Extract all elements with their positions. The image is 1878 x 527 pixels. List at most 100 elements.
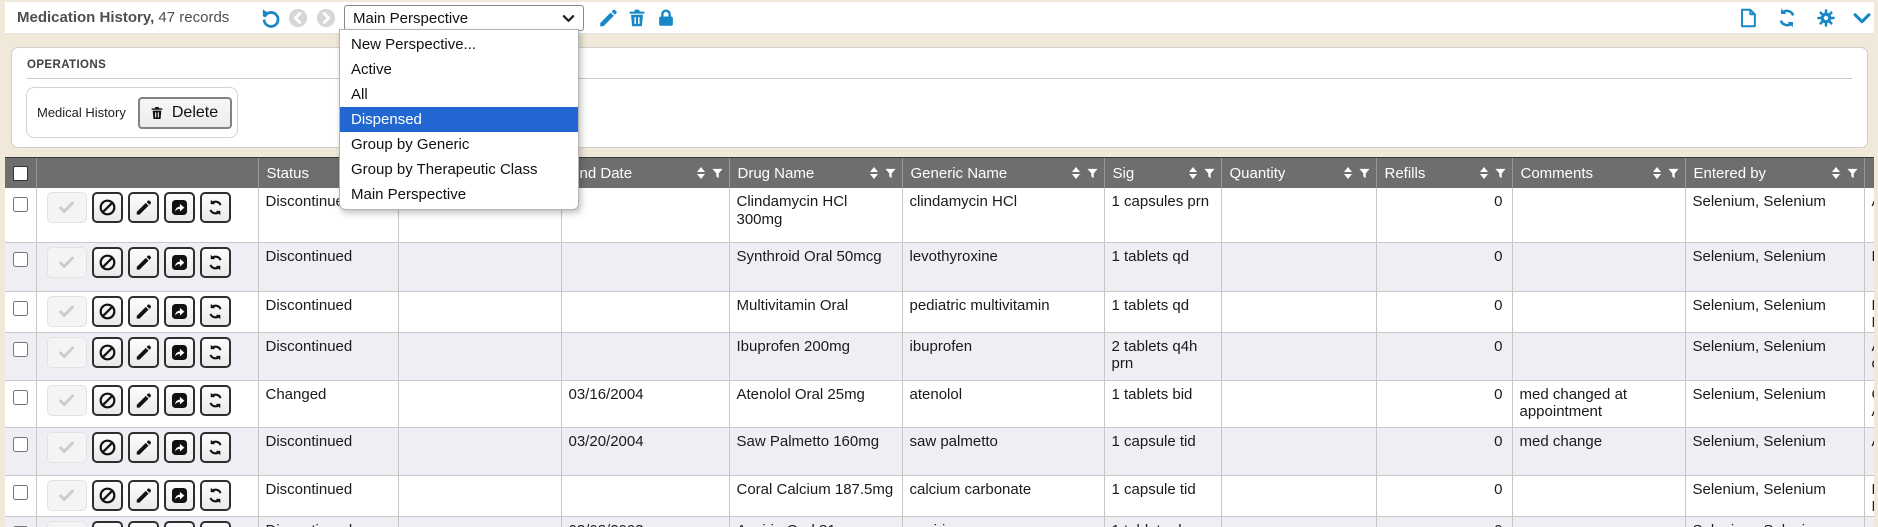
menu-item[interactable]: All: [340, 82, 578, 107]
col-header-quantity[interactable]: Quantity: [1221, 158, 1376, 188]
menu-item[interactable]: Dispensed: [340, 107, 578, 132]
filter-icon[interactable]: [711, 167, 724, 180]
row-checkbox[interactable]: [13, 342, 28, 357]
share-button[interactable]: [164, 192, 195, 223]
discontinue-button[interactable]: [92, 385, 123, 416]
menu-item[interactable]: Group by Therapeutic Class: [340, 157, 578, 182]
sort-icon[interactable]: [1189, 167, 1197, 179]
approve-button[interactable]: [47, 385, 87, 416]
collapse-icon[interactable]: [1850, 6, 1874, 30]
menu-item[interactable]: Active: [340, 57, 578, 82]
edit-row-button[interactable]: [128, 385, 159, 416]
filter-icon[interactable]: [1846, 167, 1859, 180]
lock-icon[interactable]: [654, 6, 678, 30]
renew-button[interactable]: [200, 337, 231, 368]
menu-item[interactable]: New Perspective...: [340, 32, 578, 57]
discontinue-button[interactable]: [92, 432, 123, 463]
sync-icon: [206, 343, 225, 362]
cell-actions: [36, 516, 258, 527]
edit-row-button[interactable]: [128, 192, 159, 223]
sort-icon[interactable]: [1072, 167, 1080, 179]
row-checkbox[interactable]: [13, 252, 28, 267]
delete-perspective-icon[interactable]: [625, 6, 649, 30]
edit-row-button[interactable]: [128, 247, 159, 278]
filter-icon[interactable]: [1667, 167, 1680, 180]
edit-perspective-icon[interactable]: [596, 6, 620, 30]
edit-row-button[interactable]: [128, 337, 159, 368]
approve-button[interactable]: [47, 432, 87, 463]
approve-button[interactable]: [47, 192, 87, 223]
filter-icon[interactable]: [1086, 167, 1099, 180]
approve-button[interactable]: [47, 521, 87, 527]
share-button[interactable]: [164, 432, 195, 463]
renew-button[interactable]: [200, 247, 231, 278]
col-header-drug-name[interactable]: Drug Name: [729, 158, 902, 188]
filter-icon[interactable]: [1494, 167, 1507, 180]
sort-icon[interactable]: [697, 167, 705, 179]
discontinue-button[interactable]: [92, 247, 123, 278]
row-checkbox[interactable]: [13, 437, 28, 452]
refresh-icon[interactable]: [1775, 6, 1799, 30]
discontinue-button[interactable]: [92, 296, 123, 327]
row-checkbox[interactable]: [13, 301, 28, 316]
renew-button[interactable]: [200, 521, 231, 527]
share-button[interactable]: [164, 480, 195, 511]
row-checkbox[interactable]: [13, 485, 28, 500]
filter-icon[interactable]: [1203, 167, 1216, 180]
menu-item[interactable]: Main Perspective: [340, 182, 578, 207]
share-button[interactable]: [164, 337, 195, 368]
col-header-sig[interactable]: Sig: [1104, 158, 1221, 188]
settings-icon[interactable]: [1814, 6, 1838, 30]
discontinue-button[interactable]: [92, 521, 123, 527]
discontinue-button[interactable]: [92, 337, 123, 368]
perspective-select[interactable]: Main Perspective: [344, 5, 584, 31]
col-header-entered-by[interactable]: Entered by: [1685, 158, 1864, 188]
row-actions: [47, 296, 258, 327]
sort-icon[interactable]: [1653, 167, 1661, 179]
undo-icon[interactable]: [258, 6, 282, 30]
renew-button[interactable]: [200, 192, 231, 223]
approve-button[interactable]: [47, 480, 87, 511]
sort-icon[interactable]: [1344, 167, 1352, 179]
sort-icon[interactable]: [1832, 167, 1840, 179]
sort-icon[interactable]: [1480, 167, 1488, 179]
menu-item[interactable]: Group by Generic: [340, 132, 578, 157]
renew-button[interactable]: [200, 296, 231, 327]
edit-row-button[interactable]: [128, 480, 159, 511]
filter-icon[interactable]: [1358, 167, 1371, 180]
col-header-truncated: T: [1864, 158, 1874, 188]
perspective-select-value: Main Perspective: [353, 10, 562, 27]
new-document-icon[interactable]: [1736, 6, 1760, 30]
row-checkbox[interactable]: [13, 197, 28, 212]
share-button[interactable]: [164, 247, 195, 278]
share-icon: [170, 198, 189, 217]
col-header-end-date[interactable]: End Date: [561, 158, 729, 188]
next-icon[interactable]: [314, 6, 338, 30]
share-button[interactable]: [164, 296, 195, 327]
approve-button[interactable]: [47, 247, 87, 278]
discontinue-button[interactable]: [92, 480, 123, 511]
cell-sig: 1 tablets bid: [1104, 380, 1221, 427]
approve-button[interactable]: [47, 296, 87, 327]
col-header-generic-name[interactable]: Generic Name: [902, 158, 1104, 188]
edit-row-button[interactable]: [128, 521, 159, 527]
delete-button[interactable]: Delete: [138, 97, 232, 129]
edit-row-button[interactable]: [128, 296, 159, 327]
previous-icon[interactable]: [286, 6, 310, 30]
sort-icon[interactable]: [870, 167, 878, 179]
col-header-comments[interactable]: Comments: [1512, 158, 1685, 188]
discontinue-button[interactable]: [92, 192, 123, 223]
renew-button[interactable]: [200, 480, 231, 511]
edit-row-button[interactable]: [128, 432, 159, 463]
renew-button[interactable]: [200, 432, 231, 463]
select-all-checkbox[interactable]: [13, 166, 28, 181]
cell-covered-column: [398, 291, 561, 332]
cell-refills: 0: [1376, 291, 1512, 332]
renew-button[interactable]: [200, 385, 231, 416]
share-button[interactable]: [164, 385, 195, 416]
filter-icon[interactable]: [884, 167, 897, 180]
row-checkbox[interactable]: [13, 390, 28, 405]
approve-button[interactable]: [47, 337, 87, 368]
col-header-refills[interactable]: Refills: [1376, 158, 1512, 188]
share-button[interactable]: [164, 521, 195, 527]
